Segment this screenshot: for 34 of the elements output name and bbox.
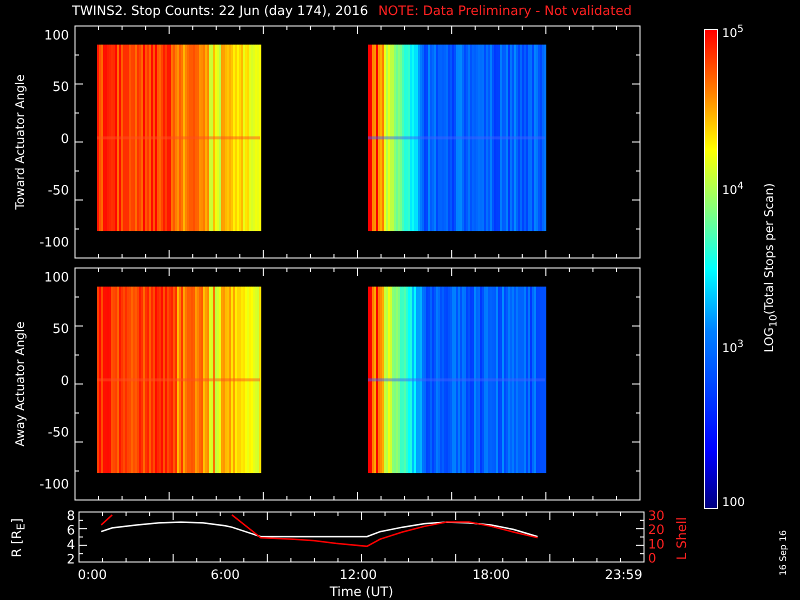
tick-label: 30 (648, 508, 665, 524)
tick-label: 0 (648, 552, 656, 567)
tick-label: 50 (52, 322, 69, 338)
tick-label: 18:00 (472, 568, 510, 583)
tick-label: 100 (722, 494, 745, 509)
tick-label: 0 (60, 374, 69, 389)
tick-label: -50 (48, 426, 69, 441)
tick-label: -50 (48, 184, 69, 199)
tick-label: 4 (66, 538, 75, 553)
tick-label: 20 (648, 523, 665, 538)
tick-label: 100 (44, 28, 69, 44)
warning-note: NOTE: Data Preliminary - Not validated (378, 4, 632, 18)
tick-label: 10$^{5}$ (722, 23, 745, 40)
tick-label: 10 (648, 537, 665, 552)
tick-label: 10$^{3}$ (722, 338, 745, 355)
axis-label: L Shell (676, 516, 690, 560)
date-label: 16 Sep 16 (779, 530, 789, 576)
tick-label: 6 (66, 523, 75, 538)
tick-label: 100 (44, 270, 69, 286)
tick-label: 12:00 (339, 568, 377, 583)
tick-label: 6:00 (210, 568, 240, 583)
tick-label: 0 (60, 132, 69, 147)
tick-label: -100 (39, 235, 69, 250)
tick-label: 0:00 (78, 568, 107, 583)
tick-label: -100 (39, 477, 69, 492)
axis-label: Toward Actuator Angle (13, 74, 27, 210)
axis-label: Away Actuator Angle (13, 322, 27, 446)
tick-label: 10$^{4}$ (722, 180, 745, 198)
tick-label: 8 (66, 508, 75, 524)
tick-label: 50 (52, 80, 69, 96)
plot-title: TWINS2. Stop Counts: 22 Jun (day 174), 2016 (72, 4, 368, 18)
tick-label: 2 (66, 552, 75, 568)
tick-label: 23:59 (604, 568, 642, 583)
axis-label: Time (UT) (330, 585, 394, 600)
